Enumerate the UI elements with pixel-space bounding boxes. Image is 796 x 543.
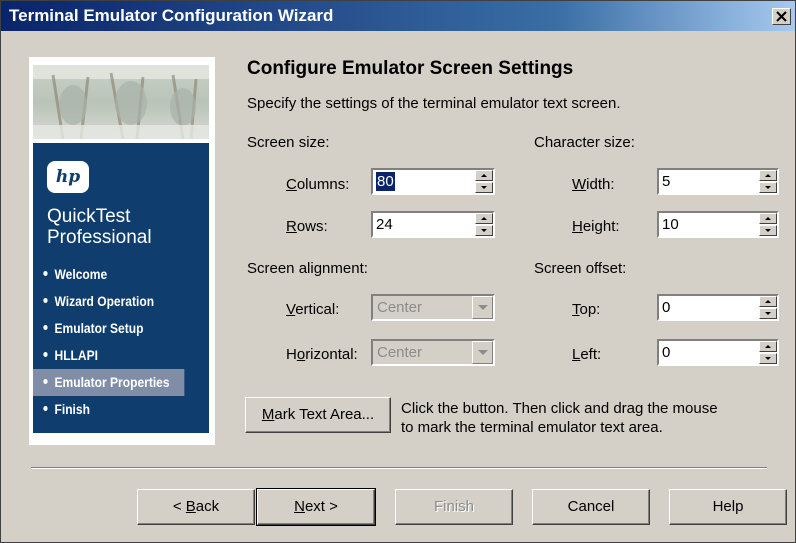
vertical-select: Center	[371, 294, 495, 321]
columns-label: Columns:	[286, 176, 350, 193]
width-value[interactable]: 5	[662, 172, 670, 191]
character-size-label: Character size:	[534, 134, 635, 151]
product-name: QuickTest Professional	[47, 206, 152, 248]
banner-image	[33, 65, 209, 139]
width-up-button[interactable]	[759, 170, 777, 181]
step-welcome: Welcome	[33, 261, 184, 288]
top-offset-spinner[interactable]: 0	[657, 294, 779, 321]
left-offset-spinner[interactable]: 0	[657, 339, 779, 366]
width-down-button[interactable]	[759, 182, 777, 193]
columns-up-button[interactable]	[475, 170, 493, 181]
width-spinner[interactable]: 5	[657, 168, 779, 195]
page-title: Configure Emulator Screen Settings	[247, 58, 574, 79]
product-panel: hp QuickTest Professional Welcome Wizard…	[33, 143, 209, 433]
horizontal-select: Center	[371, 339, 495, 366]
rows-spinner[interactable]: 24	[371, 211, 495, 238]
height-down-button[interactable]	[759, 225, 777, 236]
top-offset-value[interactable]: 0	[662, 298, 670, 317]
rows-down-button[interactable]	[475, 225, 493, 236]
left-down-button[interactable]	[759, 353, 777, 364]
screen-size-label: Screen size:	[247, 134, 330, 151]
cancel-button[interactable]: Cancel	[532, 489, 650, 525]
top-label: Top:	[572, 301, 601, 318]
mark-text-area-button[interactable]: Mark Text Area...	[245, 397, 391, 433]
close-icon	[776, 11, 787, 22]
close-button[interactable]	[772, 8, 791, 25]
rows-label: Rows:	[286, 218, 328, 235]
mark-text-hint: Click the button. Then click and drag th…	[401, 400, 718, 436]
back-button[interactable]: < Back	[137, 489, 255, 525]
height-up-button[interactable]	[759, 213, 777, 224]
rows-up-button[interactable]	[475, 213, 493, 224]
window-title: Terminal Emulator Configuration Wizard	[9, 6, 334, 25]
top-down-button[interactable]	[759, 308, 777, 319]
horizontal-value: Center	[377, 344, 423, 361]
columns-value[interactable]: 80	[376, 172, 395, 191]
chevron-down-icon	[472, 296, 493, 319]
height-value[interactable]: 10	[662, 215, 679, 234]
rows-value[interactable]: 24	[376, 215, 393, 234]
step-emulator-properties: Emulator Properties	[33, 369, 185, 396]
finish-button: Finish	[395, 489, 513, 525]
wizard-steps: Welcome Wizard Operation Emulator Setup …	[33, 261, 209, 423]
footer-divider	[31, 467, 767, 469]
height-spinner[interactable]: 10	[657, 211, 779, 238]
vertical-label: Vertical:	[286, 301, 340, 318]
top-up-button[interactable]	[759, 296, 777, 307]
step-finish: Finish	[33, 396, 184, 423]
horizontal-label: Horizontal:	[286, 346, 358, 363]
hp-logo: hp	[47, 161, 89, 193]
width-label: Width:	[572, 176, 615, 193]
columns-down-button[interactable]	[475, 182, 493, 193]
height-label: Height:	[572, 218, 620, 235]
screen-offset-label: Screen offset:	[534, 260, 627, 277]
screen-alignment-label: Screen alignment:	[247, 260, 368, 277]
columns-spinner[interactable]: 80	[371, 168, 495, 195]
chevron-down-icon	[472, 341, 493, 364]
step-hllapi: HLLAPI	[33, 342, 184, 369]
wizard-window: Terminal Emulator Configuration Wizard h…	[0, 0, 796, 543]
help-button[interactable]: Help	[669, 489, 787, 525]
step-wizard-operation: Wizard Operation	[33, 288, 184, 315]
title-bar[interactable]: Terminal Emulator Configuration Wizard	[1, 1, 795, 31]
next-button[interactable]: Next >	[256, 488, 376, 526]
left-offset-value[interactable]: 0	[662, 343, 670, 362]
left-label: Left:	[572, 346, 602, 363]
step-emulator-setup: Emulator Setup	[33, 315, 184, 342]
vertical-value: Center	[377, 299, 423, 316]
page-description: Specify the settings of the terminal emu…	[247, 95, 621, 112]
left-up-button[interactable]	[759, 341, 777, 352]
wizard-sidebar: hp QuickTest Professional Welcome Wizard…	[29, 57, 215, 445]
